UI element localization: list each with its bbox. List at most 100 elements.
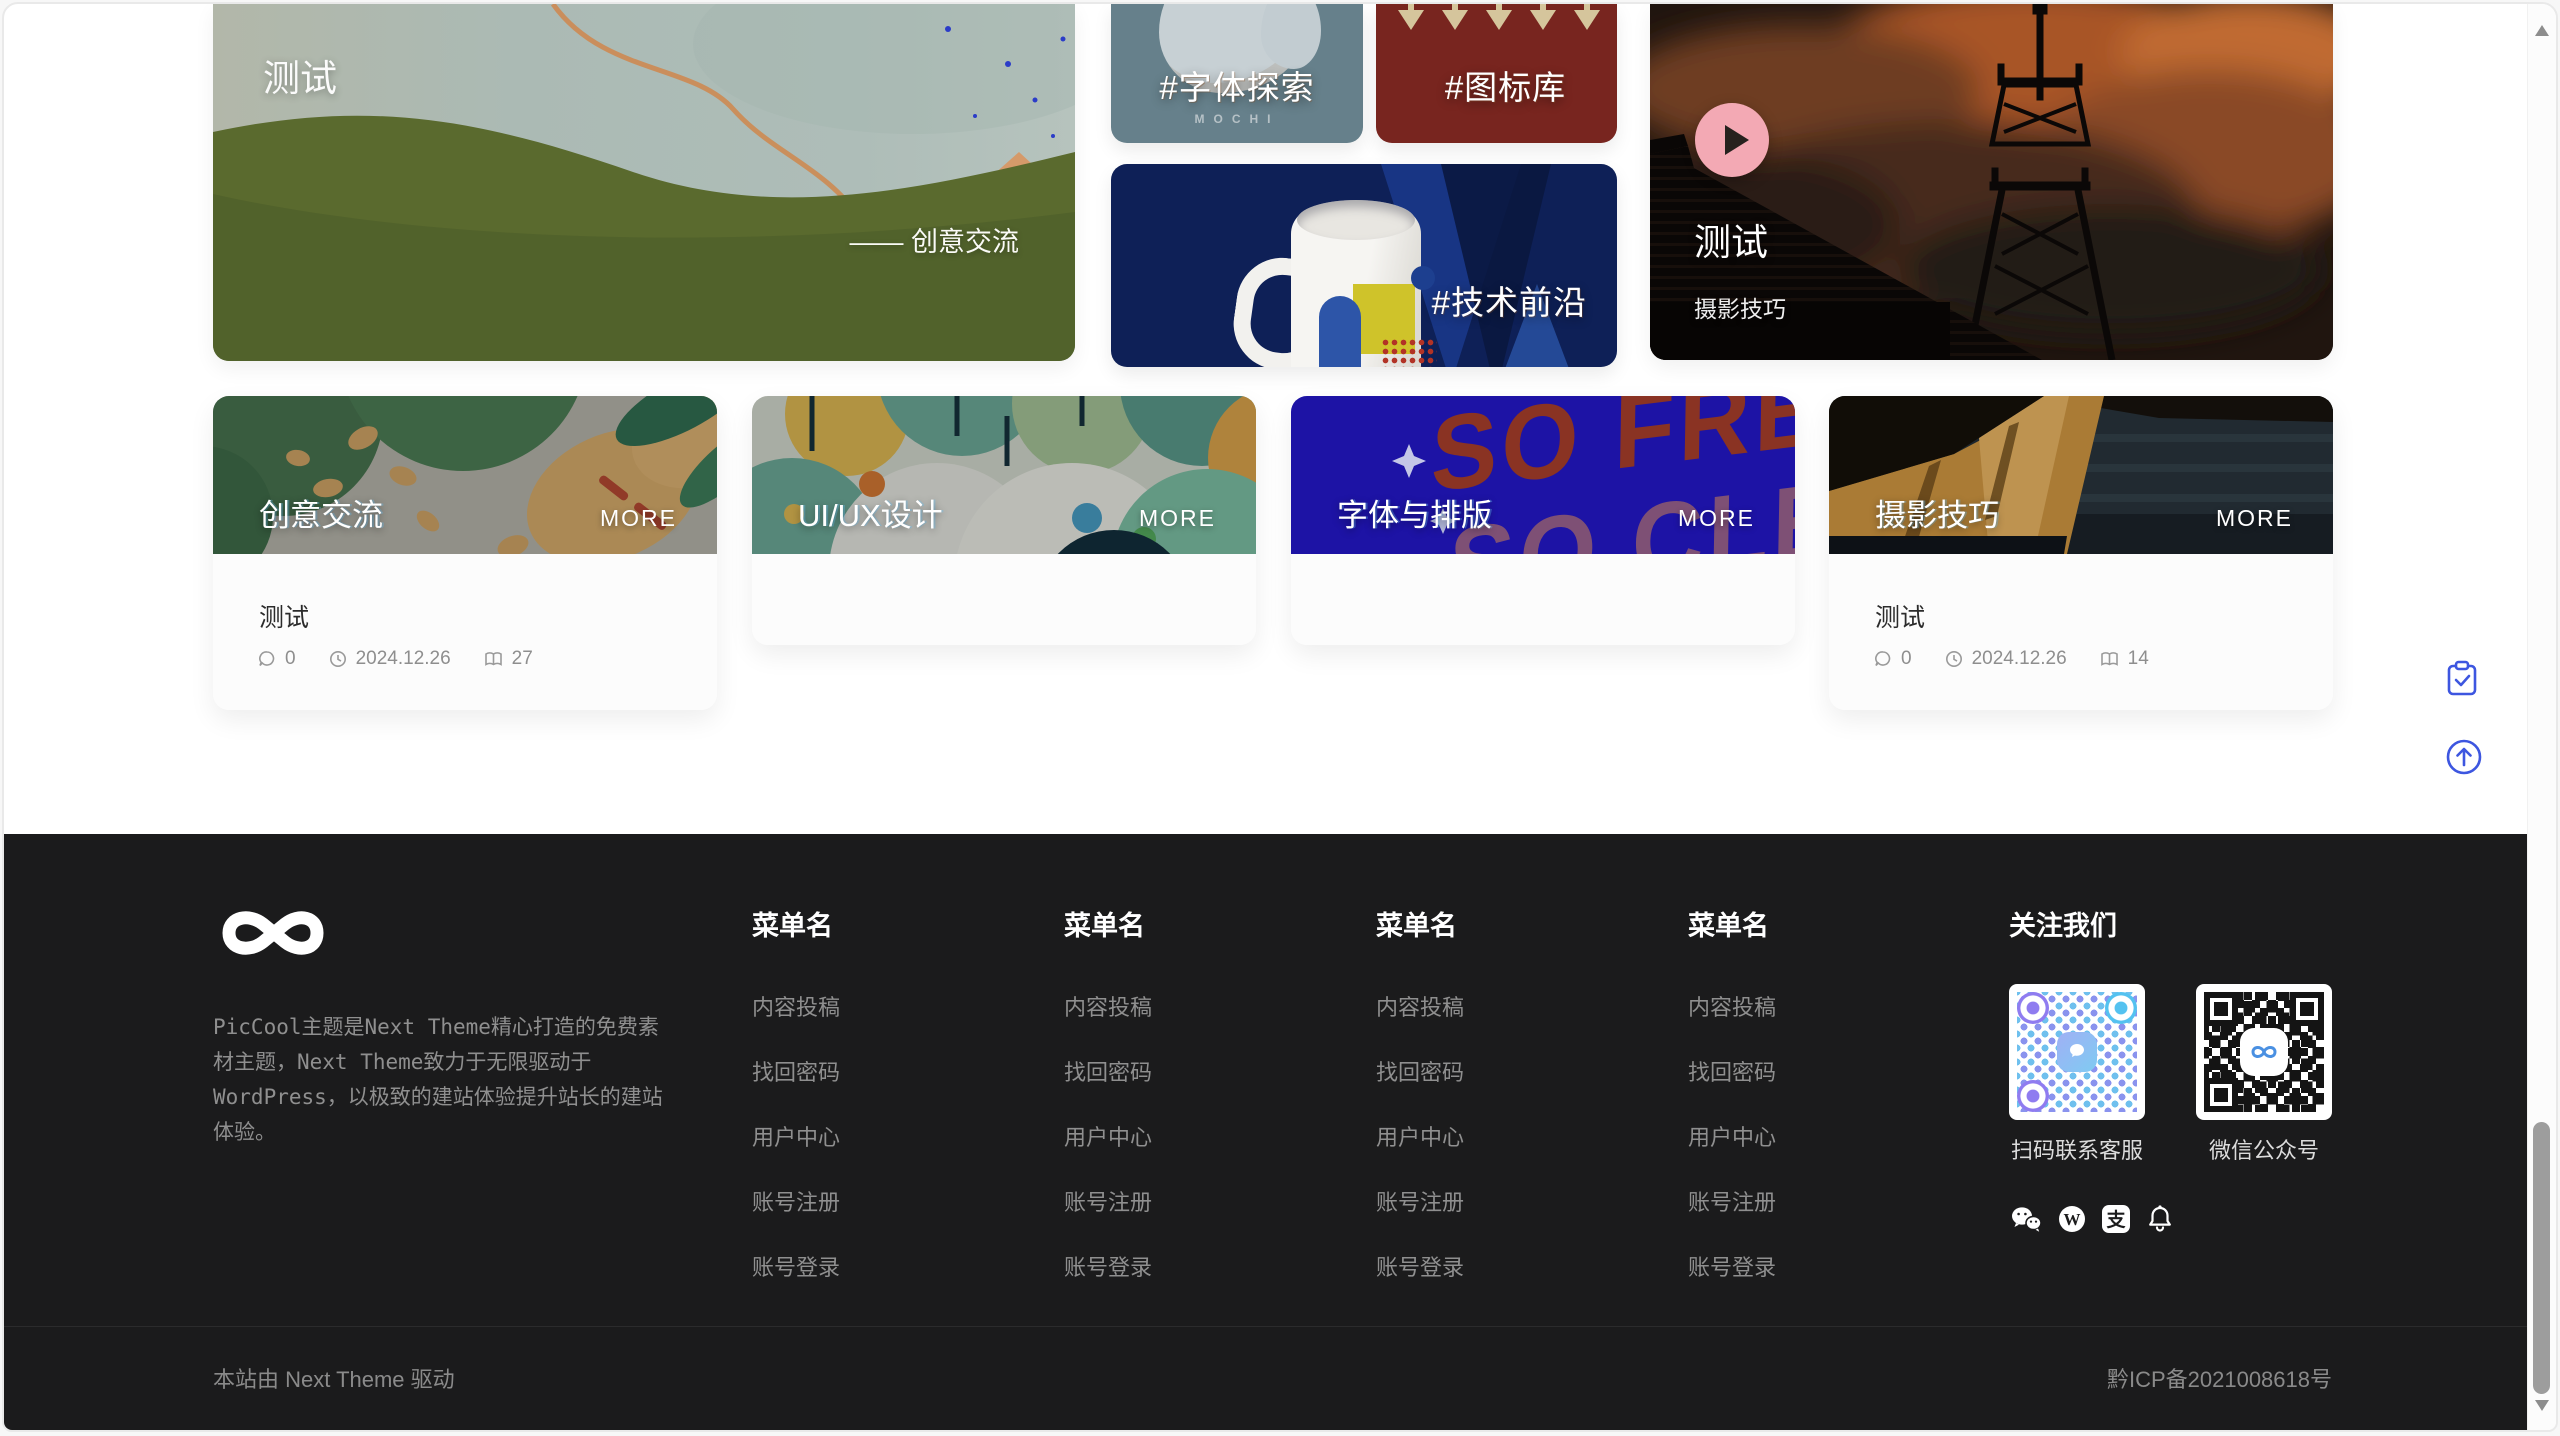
views-meta: 27: [483, 648, 533, 670]
video-card-title: 测试: [1694, 212, 1768, 266]
play-button[interactable]: [1695, 103, 1769, 177]
alipay-glyph: 支: [2105, 1209, 2126, 1231]
views-count: 27: [512, 648, 533, 670]
date-meta: 2024.12.26: [328, 648, 451, 670]
scrollbar-thumb[interactable]: [2533, 1122, 2550, 1394]
mug-artwork: [1261, 200, 1421, 367]
wordpress-icon[interactable]: W: [2057, 1204, 2087, 1234]
footer-menu-4: 菜单名 内容投稿 找回密码 用户中心 账号注册 账号登录: [1688, 904, 1918, 1282]
footer-link-user-center[interactable]: 用户中心: [1376, 1120, 1606, 1152]
bell-icon[interactable]: [2145, 1204, 2175, 1234]
infinity-badge-icon: [2244, 1032, 2284, 1072]
footer-link-user-center[interactable]: 用户中心: [1688, 1120, 1918, 1152]
next-theme-logo[interactable]: [213, 900, 333, 971]
footer-link-register[interactable]: 账号注册: [752, 1185, 982, 1217]
category-header[interactable]: SO FRESH SO CLEAN 字体与排版 MORE: [1291, 396, 1795, 554]
footer-link-submit[interactable]: 内容投稿: [1688, 990, 1918, 1022]
tag-card-label: #图标库: [1376, 61, 1617, 109]
category-card-uiux: UI/UX设计 MORE: [752, 396, 1256, 645]
footer-menu-title: 菜单名: [1688, 904, 1918, 943]
footer-link-recover-password[interactable]: 找回密码: [1064, 1055, 1294, 1087]
category-post-list: 测试 0 2024.12.26: [213, 554, 717, 710]
icp-record-link[interactable]: 黔ICP备2021008618号: [2107, 1327, 2332, 1432]
category-name: UI/UX设计: [798, 490, 943, 535]
post-meta: 0 2024.12.26 14: [1829, 634, 2333, 670]
category-header[interactable]: 摄影技巧 MORE: [1829, 396, 2333, 554]
browser-content-area: 测试 —— 创意交流 MOCHI #字体探索 #图标库: [2, 2, 2558, 1432]
qr-wechat-official: 微信公众号: [2196, 984, 2332, 1165]
tag-card-font[interactable]: MOCHI #字体探索: [1111, 4, 1363, 143]
featured-card-title: 测试: [263, 48, 337, 102]
footer-link-register[interactable]: 账号注册: [1376, 1185, 1606, 1217]
category-name: 摄影技巧: [1875, 490, 1999, 535]
footer-link-recover-password[interactable]: 找回密码: [1376, 1055, 1606, 1087]
follow-us-title: 关注我们: [2009, 904, 2339, 943]
views-meta: 14: [2099, 648, 2149, 670]
vertical-scrollbar[interactable]: [2527, 4, 2556, 1430]
footer-menu-1: 菜单名 内容投稿 找回密码 用户中心 账号注册 账号登录: [752, 904, 982, 1282]
footer-link-submit[interactable]: 内容投稿: [752, 990, 982, 1022]
more-link[interactable]: MORE: [1139, 505, 1216, 532]
floating-toolbar: [2445, 660, 2483, 776]
wordpress-glyph: W: [2064, 1210, 2081, 1229]
footer-link-login[interactable]: 账号登录: [1064, 1250, 1294, 1282]
comment-icon: [257, 649, 277, 669]
post-date: 2024.12.26: [1972, 648, 2067, 670]
footer-menu-title: 菜单名: [1064, 904, 1294, 943]
footer-menu-3: 菜单名 内容投稿 找回密码 用户中心 账号注册 账号登录: [1376, 904, 1606, 1282]
pawn-decoration: [1442, 4, 1468, 32]
footer-bottom-bar: 本站由 Next Theme 驱动 黔ICP备2021008618号: [4, 1326, 2535, 1432]
category-card-creative: 创意交流 MORE 测试 0: [213, 396, 717, 710]
scroll-up-arrow[interactable]: [2535, 18, 2549, 36]
clipboard-check-icon[interactable]: [2445, 660, 2479, 696]
infinity-logo-icon: [213, 900, 333, 966]
post-link[interactable]: 测试: [1829, 554, 2333, 634]
tag-card-icons[interactable]: #图标库: [1376, 4, 1617, 143]
featured-card-creative[interactable]: 测试 —— 创意交流: [213, 4, 1075, 361]
footer-link-login[interactable]: 账号登录: [1688, 1250, 1918, 1282]
category-header[interactable]: 创意交流 MORE: [213, 396, 717, 554]
footer-link-login[interactable]: 账号登录: [752, 1250, 982, 1282]
footer-link-login[interactable]: 账号登录: [1376, 1250, 1606, 1282]
more-link[interactable]: MORE: [1678, 505, 1755, 532]
mochi-artwork-part: [1261, 4, 1321, 69]
more-link[interactable]: MORE: [600, 505, 677, 532]
footer-link-user-center[interactable]: 用户中心: [752, 1120, 982, 1152]
book-icon: [483, 649, 504, 669]
qr-code-image: [2017, 992, 2137, 1112]
pawn-decoration: [1574, 4, 1600, 32]
qr-code-image: [2204, 992, 2324, 1112]
footer-link-register[interactable]: 账号注册: [1064, 1185, 1294, 1217]
date-meta: 2024.12.26: [1944, 648, 2067, 670]
footer-link-user-center[interactable]: 用户中心: [1064, 1120, 1294, 1152]
featured-card-caption: —— 创意交流: [849, 220, 1019, 259]
category-header[interactable]: UI/UX设计 MORE: [752, 396, 1256, 554]
post-link[interactable]: 测试: [213, 554, 717, 634]
powered-by-text: 本站由 Next Theme 驱动: [213, 1327, 455, 1432]
post-meta: 0 2024.12.26 27: [213, 634, 717, 670]
category-name: 创意交流: [259, 490, 383, 535]
back-to-top-icon[interactable]: [2445, 738, 2483, 776]
tag-card-tech[interactable]: #技术前沿: [1111, 164, 1617, 367]
category-post-list: [752, 554, 1256, 645]
scroll-down-arrow[interactable]: [2535, 1400, 2549, 1418]
footer-link-submit[interactable]: 内容投稿: [1064, 990, 1294, 1022]
comments-meta: 0: [257, 648, 296, 670]
page: 测试 —— 创意交流 MOCHI #字体探索 #图标库: [0, 0, 2560, 1436]
category-card-typography: SO FRESH SO CLEAN 字体与排版 MORE: [1291, 396, 1795, 645]
tag-card-label: #技术前沿: [1432, 276, 1587, 324]
post-date: 2024.12.26: [356, 648, 451, 670]
wechat-icon[interactable]: [2009, 1204, 2043, 1234]
footer-link-submit[interactable]: 内容投稿: [1376, 990, 1606, 1022]
landscape-illustration: [213, 4, 1075, 361]
footer-link-recover-password[interactable]: 找回密码: [1688, 1055, 1918, 1087]
footer-menu-2: 菜单名 内容投稿 找回密码 用户中心 账号注册 账号登录: [1064, 904, 1294, 1282]
featured-video-card[interactable]: 测试 摄影技巧: [1650, 4, 2333, 360]
footer-link-register[interactable]: 账号注册: [1688, 1185, 1918, 1217]
alipay-icon[interactable]: 支: [2101, 1204, 2131, 1234]
footer-link-recover-password[interactable]: 找回密码: [752, 1055, 982, 1087]
social-icons-row: W 支: [2009, 1204, 2339, 1234]
clock-icon: [1944, 649, 1964, 669]
more-link[interactable]: MORE: [2216, 505, 2293, 532]
book-icon: [2099, 649, 2120, 669]
